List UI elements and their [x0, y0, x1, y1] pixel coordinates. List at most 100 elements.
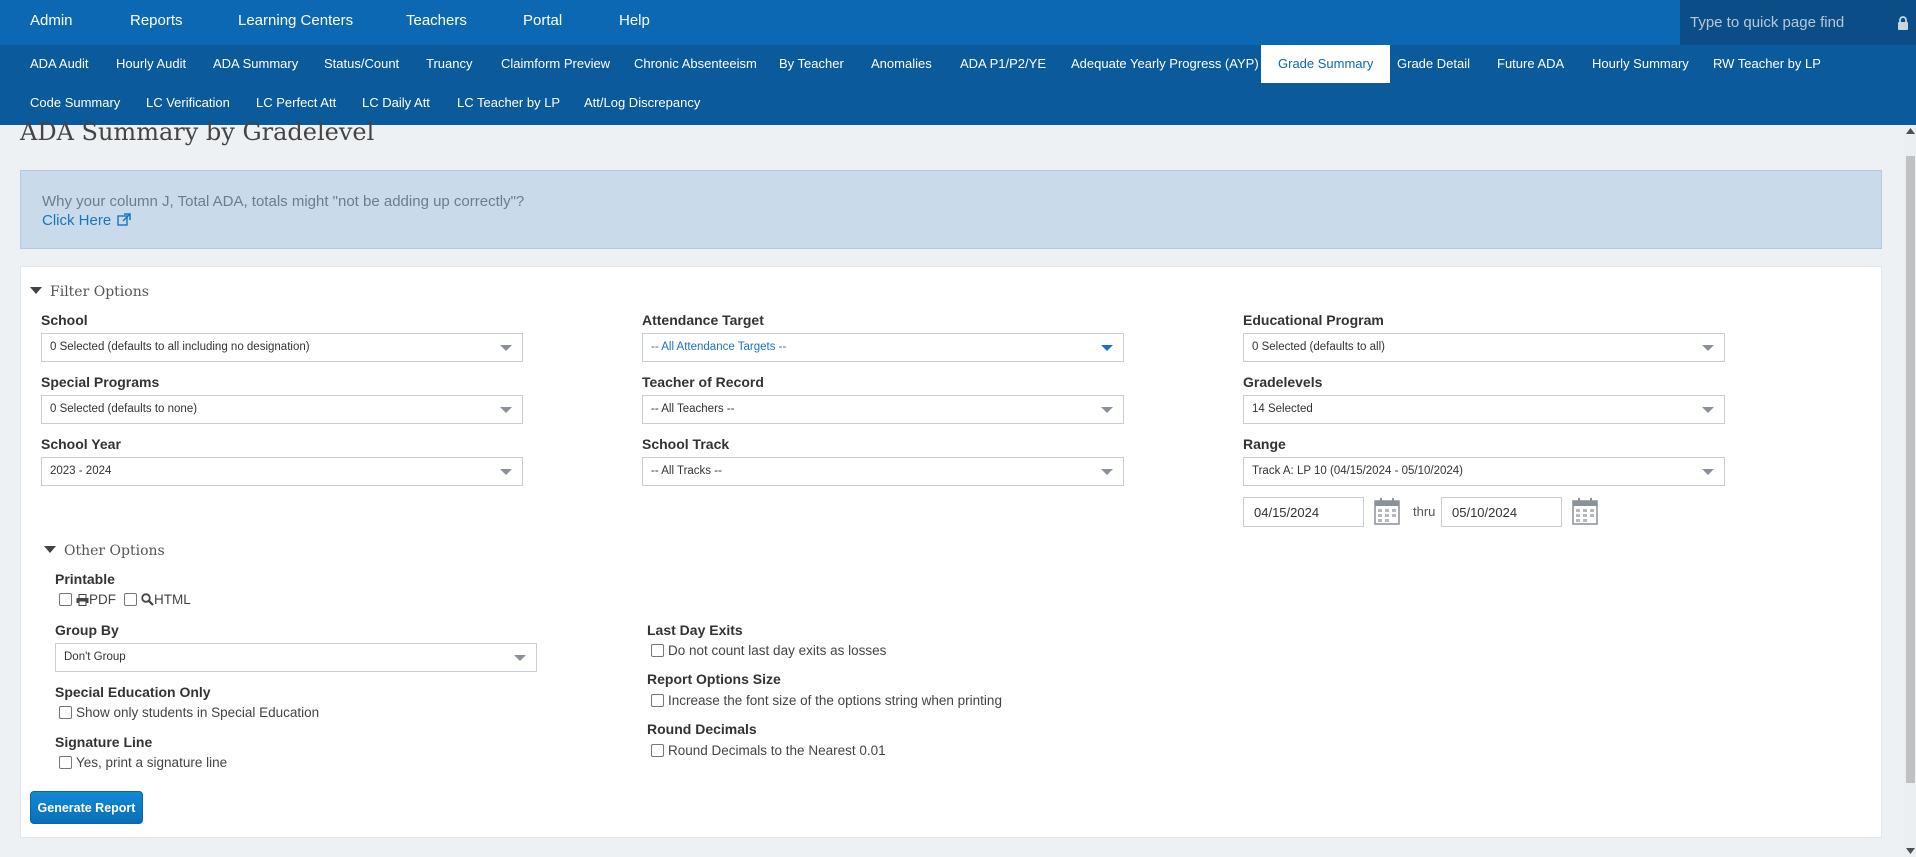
tab-grade-summary[interactable]: Grade Summary [1261, 45, 1391, 83]
tab-lc-teacher-by-lp[interactable]: LC Teacher by LP [457, 84, 560, 122]
other-options-label: Other Options [64, 543, 165, 559]
scroll-up-icon[interactable] [1906, 128, 1915, 134]
thru-label: thru [1413, 504, 1436, 519]
school-year-value: 2023 - 2024 [50, 465, 112, 477]
search-icon [141, 593, 154, 606]
pdf-label: PDF [89, 592, 116, 607]
nav-teachers[interactable]: Teachers [406, 12, 467, 29]
top-nav: Admin Reports Learning Centers Teachers … [0, 0, 1916, 45]
tab-ayp[interactable]: Adequate Yearly Progress (AYP) [1071, 45, 1259, 83]
group-by-value: Don't Group [64, 651, 126, 663]
generate-report-button[interactable]: Generate Report [30, 791, 143, 824]
html-checkbox[interactable] [124, 593, 137, 606]
scroll-down-icon[interactable] [1906, 848, 1915, 854]
special-education-option-label: Show only students in Special Education [76, 705, 320, 720]
tab-future-ada[interactable]: Future ADA [1497, 45, 1564, 83]
range-select[interactable]: Track A: LP 10 (04/15/2024 - 05/10/2024) [1243, 457, 1725, 486]
attendance-target-value: -- All Attendance Targets -- [651, 341, 787, 353]
report-options-size-option: Increase the font size of the options st… [651, 693, 1002, 708]
info-text: Why your column J, Total ADA, totals mig… [42, 193, 525, 210]
chevron-down-icon [514, 655, 526, 661]
printable-label: Printable [55, 571, 115, 587]
caret-down-icon [30, 287, 42, 294]
tab-status-count[interactable]: Status/Count [324, 45, 399, 83]
signature-line-option-label: Yes, print a signature line [76, 755, 228, 770]
page-title: ADA Summary by Gradelevel [20, 118, 375, 146]
click-here-label: Click Here [42, 212, 112, 229]
educational-program-select[interactable]: 0 Selected (defaults to all) [1243, 333, 1725, 362]
click-here-link[interactable]: Click Here [42, 212, 132, 229]
chevron-down-icon [500, 469, 512, 475]
report-options-size-option-label: Increase the font size of the options st… [668, 693, 1002, 708]
special-education-checkbox[interactable] [59, 706, 72, 719]
gradelevels-value: 14 Selected [1252, 403, 1313, 415]
report-sub-nav: ADA Audit Hourly Audit ADA Summary Statu… [0, 45, 1916, 125]
tab-ada-audit[interactable]: ADA Audit [30, 45, 89, 83]
tab-hourly-summary[interactable]: Hourly Summary [1592, 45, 1689, 83]
calendar-icon[interactable] [1572, 497, 1598, 525]
tab-code-summary[interactable]: Code Summary [30, 84, 120, 122]
special-education-label: Special Education Only [55, 684, 211, 700]
tab-by-teacher[interactable]: By Teacher [779, 45, 844, 83]
tab-ada-summary[interactable]: ADA Summary [213, 45, 298, 83]
signature-line-checkbox[interactable] [59, 756, 72, 769]
other-options-toggle[interactable]: Other Options [44, 543, 165, 559]
tab-ada-p1-p2-ye[interactable]: ADA P1/P2/YE [960, 45, 1046, 83]
pdf-checkbox[interactable] [59, 593, 72, 606]
chevron-down-icon [1101, 469, 1113, 475]
filter-options-label: Filter Options [50, 284, 149, 300]
school-select[interactable]: 0 Selected (defaults to all including no… [41, 333, 523, 362]
special-programs-label: Special Programs [41, 374, 160, 390]
chevron-down-icon [1702, 407, 1714, 413]
tab-hourly-audit[interactable]: Hourly Audit [116, 45, 186, 83]
last-day-exits-label: Last Day Exits [647, 622, 743, 638]
group-by-label: Group By [55, 622, 119, 638]
last-day-exits-checkbox[interactable] [651, 644, 664, 657]
report-options-size-checkbox[interactable] [651, 694, 664, 707]
school-track-select[interactable]: -- All Tracks -- [642, 457, 1124, 486]
nav-learning-centers[interactable]: Learning Centers [238, 12, 353, 29]
tab-lc-verification[interactable]: LC Verification [146, 84, 230, 122]
end-date-input[interactable] [1441, 497, 1562, 527]
gradelevels-select[interactable]: 14 Selected [1243, 395, 1725, 424]
tab-att-log-discrepancy[interactable]: Att/Log Discrepancy [584, 84, 700, 122]
educational-program-value: 0 Selected (defaults to all) [1252, 341, 1385, 353]
tab-rw-teacher-by-lp[interactable]: RW Teacher by LP [1713, 45, 1821, 83]
tab-grade-detail[interactable]: Grade Detail [1397, 45, 1470, 83]
start-date-input[interactable] [1243, 497, 1364, 527]
last-day-exits-option-label: Do not count last day exits as losses [668, 643, 887, 658]
quick-page-find-input[interactable] [1680, 0, 1890, 45]
teacher-of-record-label: Teacher of Record [642, 374, 764, 390]
group-by-select[interactable]: Don't Group [55, 643, 537, 672]
special-programs-select[interactable]: 0 Selected (defaults to none) [41, 395, 523, 424]
filter-options-toggle[interactable]: Filter Options [30, 284, 149, 300]
nav-portal[interactable]: Portal [523, 12, 562, 29]
nav-admin[interactable]: Admin [30, 12, 73, 29]
school-track-value: -- All Tracks -- [651, 465, 722, 477]
tab-truancy[interactable]: Truancy [426, 45, 472, 83]
school-year-select[interactable]: 2023 - 2024 [41, 457, 523, 486]
last-day-exits-option: Do not count last day exits as losses [651, 643, 886, 658]
tab-lc-perfect-att[interactable]: LC Perfect Att [256, 84, 336, 122]
chevron-down-icon [500, 407, 512, 413]
special-programs-value: 0 Selected (defaults to none) [50, 403, 198, 415]
chevron-down-icon [1702, 469, 1714, 475]
attendance-target-label: Attendance Target [642, 312, 764, 328]
tab-chronic-absenteeism[interactable]: Chronic Absenteeism [634, 45, 757, 83]
range-label: Range [1243, 436, 1286, 452]
nav-help[interactable]: Help [619, 12, 650, 29]
attendance-target-select[interactable]: -- All Attendance Targets -- [642, 333, 1124, 362]
signature-line-option: Yes, print a signature line [59, 755, 227, 770]
special-education-option: Show only students in Special Education [59, 705, 319, 720]
tab-anomalies[interactable]: Anomalies [871, 45, 932, 83]
tab-lc-daily-att[interactable]: LC Daily Att [362, 84, 430, 122]
tab-claimform-preview[interactable]: Claimform Preview [501, 45, 610, 83]
lock-icon[interactable] [1890, 0, 1916, 45]
printable-html-option: HTML [124, 592, 191, 607]
nav-reports[interactable]: Reports [130, 12, 183, 29]
school-year-label: School Year [41, 436, 121, 452]
round-decimals-checkbox[interactable] [651, 744, 664, 757]
teacher-of-record-select[interactable]: -- All Teachers -- [642, 395, 1124, 424]
calendar-icon[interactable] [1374, 497, 1400, 525]
scrollbar-thumb[interactable] [1906, 156, 1915, 783]
